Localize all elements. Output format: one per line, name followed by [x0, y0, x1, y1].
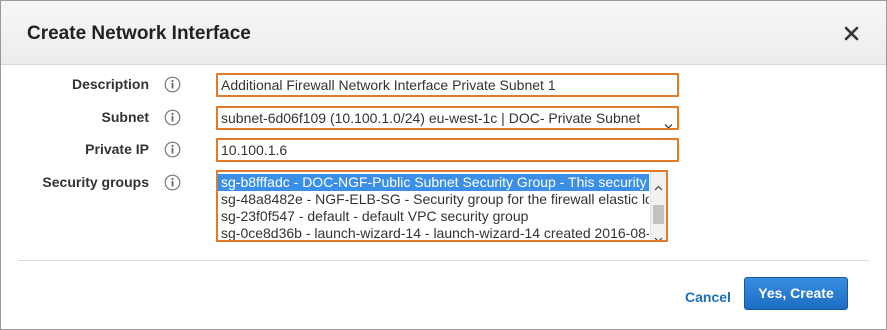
info-icon[interactable]: [164, 109, 181, 126]
description-field[interactable]: Additional Firewall Network Interface Pr…: [216, 73, 679, 97]
info-icon[interactable]: [164, 76, 181, 93]
dialog-title: Create Network Interface: [27, 23, 251, 44]
subnet-selected-value: subnet-6d06f109 (10.100.1.0/24) eu-west-…: [221, 110, 641, 126]
footer-divider: [18, 260, 869, 261]
create-network-interface-dialog: Create Network Interface Description Add…: [0, 0, 887, 330]
info-icon[interactable]: [164, 141, 181, 158]
security-group-option[interactable]: sg-0ce8d36b - launch-wizard-14 - launch-…: [218, 225, 649, 240]
security-group-option[interactable]: sg-b8fffadc - DOC-NGF-Public Subnet Secu…: [218, 174, 649, 191]
subnet-select[interactable]: subnet-6d06f109 (10.100.1.0/24) eu-west-…: [216, 106, 679, 130]
info-icon[interactable]: [164, 174, 181, 191]
scroll-down-icon[interactable]: [654, 230, 663, 240]
dialog-header: Create Network Interface: [1, 1, 886, 65]
subnet-label: Subnet: [101, 109, 149, 125]
private-ip-label: Private IP: [85, 141, 149, 157]
private-ip-field[interactable]: 10.100.1.6: [216, 138, 679, 162]
listbox-scrollbar[interactable]: [650, 172, 666, 240]
security-group-option[interactable]: sg-23f0f547 - default - default VPC secu…: [218, 208, 649, 225]
cancel-button[interactable]: Cancel: [685, 289, 731, 305]
security-groups-label: Security groups: [42, 174, 149, 190]
scrollbar-thumb[interactable]: [653, 205, 664, 224]
close-icon[interactable]: [841, 22, 863, 44]
scroll-up-icon[interactable]: [654, 178, 663, 191]
description-label: Description: [71, 76, 149, 92]
yes-create-button[interactable]: Yes, Create: [744, 277, 848, 310]
chevron-down-icon: [664, 115, 673, 128]
security-groups-listbox[interactable]: sg-b8fffadc - DOC-NGF-Public Subnet Secu…: [216, 170, 668, 242]
security-group-option[interactable]: sg-48a8482e - NGF-ELB-SG - Security grou…: [218, 191, 649, 208]
